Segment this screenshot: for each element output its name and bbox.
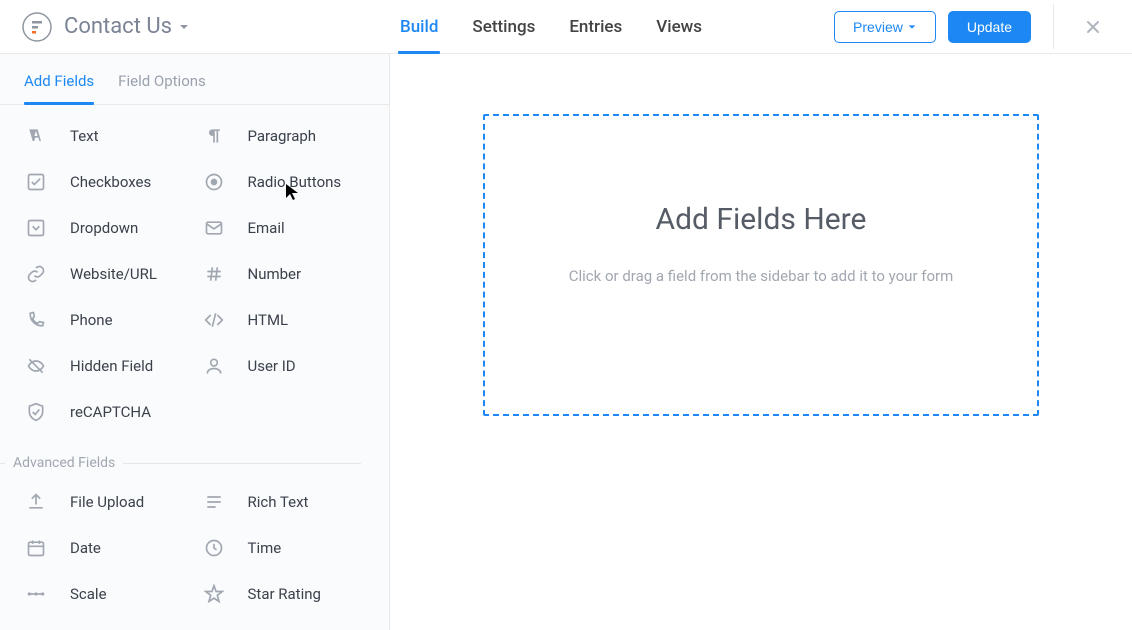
form-title-text: Contact Us [64, 14, 172, 39]
clock-icon [202, 538, 226, 558]
field-html[interactable]: HTML [202, 297, 380, 343]
code-icon [202, 310, 226, 330]
field-scale[interactable]: Scale [24, 571, 202, 617]
field-time[interactable]: Time [202, 525, 380, 571]
drop-zone[interactable]: Add Fields Here Click or drag a field fr… [483, 114, 1039, 416]
sidebar-tab-add-fields[interactable]: Add Fields [24, 72, 94, 104]
close-button[interactable] [1076, 14, 1110, 40]
field-recaptcha[interactable]: reCAPTCHA [24, 389, 202, 435]
user-icon [202, 356, 226, 376]
star-icon [202, 584, 226, 604]
update-label: Update [967, 19, 1012, 35]
link-icon [24, 264, 48, 284]
nav-tabs: Build Settings Entries Views [400, 1, 702, 53]
field-rich-text[interactable]: Rich Text [202, 479, 380, 525]
form-title-dropdown[interactable]: Contact Us [64, 14, 190, 39]
richtext-icon [202, 492, 226, 512]
email-icon [202, 218, 226, 238]
dropdown-icon [24, 218, 48, 238]
sidebar-tabs: Add Fields Field Options [0, 54, 389, 105]
checkbox-icon [24, 172, 48, 192]
field-phone[interactable]: Phone [24, 297, 202, 343]
shield-icon [24, 402, 48, 422]
field-radio-buttons[interactable]: Radio Buttons [202, 159, 380, 205]
app-logo-icon [22, 12, 52, 42]
preview-label: Preview [853, 19, 903, 35]
field-paragraph[interactable]: Paragraph [202, 113, 380, 159]
fields-list: Text Paragraph Checkboxes Radio Buttons … [0, 105, 389, 617]
tab-views[interactable]: Views [656, 1, 702, 53]
field-email[interactable]: Email [202, 205, 380, 251]
caret-down-icon [907, 22, 917, 32]
form-canvas: Add Fields Here Click or drag a field fr… [390, 54, 1132, 630]
close-icon [1084, 18, 1102, 36]
field-number[interactable]: Number [202, 251, 380, 297]
paragraph-icon [202, 126, 226, 146]
field-dropdown[interactable]: Dropdown [24, 205, 202, 251]
field-url[interactable]: Website/URL [24, 251, 202, 297]
update-button[interactable]: Update [948, 11, 1031, 43]
sidebar: Add Fields Field Options Text Paragraph … [0, 54, 390, 630]
scale-icon [24, 584, 48, 604]
drop-subtitle: Click or drag a field from the sidebar t… [569, 267, 954, 285]
field-checkboxes[interactable]: Checkboxes [24, 159, 202, 205]
field-hidden[interactable]: Hidden Field [24, 343, 202, 389]
sidebar-tab-field-options[interactable]: Field Options [118, 72, 206, 104]
phone-icon [24, 310, 48, 330]
text-icon [24, 126, 48, 146]
number-icon [202, 264, 226, 284]
field-file-upload[interactable]: File Upload [24, 479, 202, 525]
hidden-icon [24, 356, 48, 376]
drop-title: Add Fields Here [656, 202, 867, 237]
field-star-rating[interactable]: Star Rating [202, 571, 380, 617]
tab-build[interactable]: Build [400, 1, 438, 53]
advanced-fields-heading: Advanced Fields [24, 455, 379, 471]
upload-icon [24, 492, 48, 512]
divider [1053, 4, 1054, 49]
field-date[interactable]: Date [24, 525, 202, 571]
radio-icon [202, 172, 226, 192]
field-user-id[interactable]: User ID [202, 343, 380, 389]
calendar-icon [24, 538, 48, 558]
caret-down-icon [178, 21, 190, 33]
field-text[interactable]: Text [24, 113, 202, 159]
preview-button[interactable]: Preview [834, 11, 936, 43]
tab-entries[interactable]: Entries [569, 1, 622, 53]
tab-settings[interactable]: Settings [472, 1, 535, 53]
